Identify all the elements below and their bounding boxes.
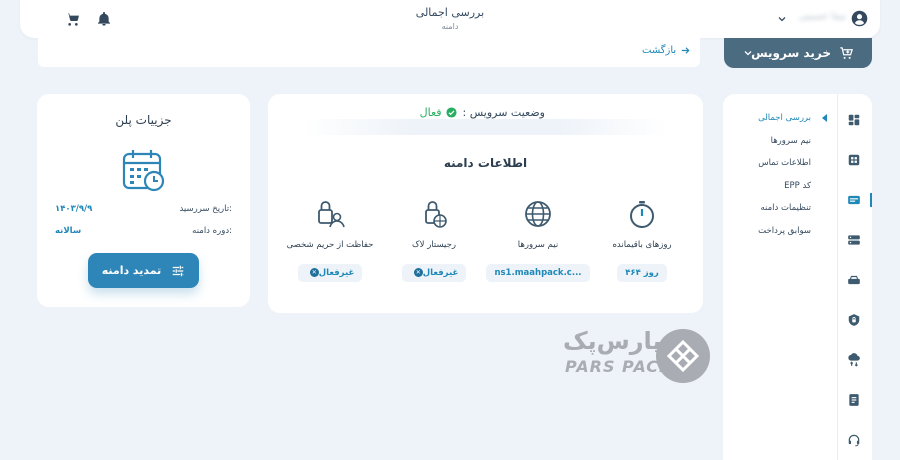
back-label: بازگشت — [642, 45, 677, 56]
chevron-down-icon — [744, 51, 752, 56]
top-bar: بررسی اجمالی دامنه نیما حسینی — [20, 0, 880, 38]
lock-icon — [425, 201, 447, 228]
privacy-status: ✕ غیرفعال — [297, 264, 363, 282]
domain-icon[interactable] — [847, 193, 861, 207]
cloud-icon[interactable] — [847, 273, 861, 287]
arrow-right-icon — [682, 47, 690, 54]
sidebar-active-bar — [870, 193, 872, 207]
cloud-transfer-icon[interactable] — [847, 353, 861, 367]
buy-service-label: خرید سرویس — [751, 46, 831, 60]
user-icon[interactable] — [851, 10, 868, 27]
logo-mark-icon — [656, 329, 710, 383]
sidebar-item-nameservers[interactable]: نیم سرورها — [723, 133, 831, 156]
domain-period-value: سالانه — [55, 226, 82, 236]
sidebar-item-epp[interactable]: EPP کد — [723, 178, 831, 201]
timer-icon — [630, 201, 654, 228]
plan-title: جزییات پلن — [115, 113, 172, 127]
shield-icon[interactable] — [847, 313, 861, 327]
add-cart-icon — [840, 46, 853, 59]
close-circle-icon: ✕ — [309, 268, 319, 277]
status-value: فعال — [419, 106, 442, 119]
page-subtitle: دامنه — [441, 22, 459, 31]
user-name[interactable]: نیما حسینی — [799, 11, 846, 22]
privacy-column: حفاظت از حریم شخصی ✕ غیرفعال — [270, 198, 390, 282]
domain-info-title: اطلاعات دامنه — [443, 156, 528, 170]
remaining-days-column: روزهای باقیمانده ۴۶۴ روز — [582, 198, 702, 282]
due-date-value: ۱۴۰۳/۹/۹ — [55, 204, 93, 214]
calendar-clock-icon — [122, 150, 165, 192]
sidebar-divider — [837, 94, 838, 460]
nameservers-label: نیم سرورها — [517, 240, 559, 250]
service-status: وضعیت سرویس : فعال — [420, 106, 545, 119]
registrar-lock-label: رجیستار لاک — [412, 240, 456, 250]
status-strip — [302, 119, 668, 135]
back-bar: بازگشت — [38, 38, 700, 67]
service-card: وضعیت سرویس : فعال اطلاعات دامنه روزهای … — [268, 94, 703, 313]
plan-card: جزییات پلن تاریخ سررسید: ۱۴۰۳/۹/۹ دوره د… — [37, 94, 250, 307]
sidebar-menu: بررسی اجمالی نیم سرورها اطلاعات تماس EPP… — [723, 110, 831, 245]
server-icon[interactable] — [847, 233, 861, 247]
back-link[interactable]: بازگشت — [642, 45, 691, 56]
globe-icon — [525, 201, 551, 227]
page-title: بررسی اجمالی — [415, 6, 485, 19]
chevron-down-icon[interactable] — [776, 13, 788, 25]
due-date-label: تاریخ سررسید: — [179, 204, 232, 214]
renew-domain-button[interactable]: تمدید دامنه — [88, 253, 199, 288]
privacy-lock-icon — [318, 201, 345, 228]
nameservers-value[interactable]: ns1.maahpack.c... — [486, 264, 590, 282]
privacy-label: حفاظت از حریم شخصی — [286, 240, 374, 250]
sidebar-item-overview[interactable]: بررسی اجمالی — [723, 110, 831, 133]
status-badge: فعال — [420, 106, 457, 119]
parspack-logo: پارس‌پک PARS PACK — [563, 327, 711, 385]
sidebar-item-domain-settings[interactable]: تنظیمات دامنه — [723, 200, 831, 223]
sidebar-item-payments[interactable]: سوابق پرداخت — [723, 223, 831, 246]
sidebar-item-contacts[interactable]: اطلاعات تماس — [723, 155, 831, 178]
status-label: وضعیت سرویس : — [462, 106, 545, 119]
logo-text-fa: پارس‌پک — [563, 327, 662, 355]
nameservers-column: نیم سرورها ns1.maahpack.c... — [478, 198, 598, 282]
buy-service-button[interactable]: خرید سرویس — [724, 38, 872, 68]
check-circle-icon — [445, 107, 457, 118]
registrar-lock-status: ✕ غیرفعال — [401, 264, 467, 282]
remaining-days-value: ۴۶۴ روز — [617, 264, 667, 282]
close-circle-icon: ✕ — [413, 268, 423, 277]
active-indicator-icon — [822, 114, 827, 122]
remaining-days-label: روزهای باقیمانده — [612, 240, 672, 250]
dashboard-icon[interactable] — [847, 113, 861, 127]
registrar-lock-column: رجیستار لاک ✕ غیرفعال — [374, 198, 494, 282]
support-icon[interactable] — [847, 433, 861, 447]
renew-label: تمدید دامنه — [101, 264, 162, 277]
domain-period-label: دوره دامنه: — [192, 226, 232, 236]
sliders-icon — [173, 265, 184, 276]
sidebar: بررسی اجمالی نیم سرورها اطلاعات تماس EPP… — [723, 94, 872, 460]
document-icon[interactable] — [847, 393, 861, 407]
apps-icon[interactable] — [847, 153, 861, 167]
